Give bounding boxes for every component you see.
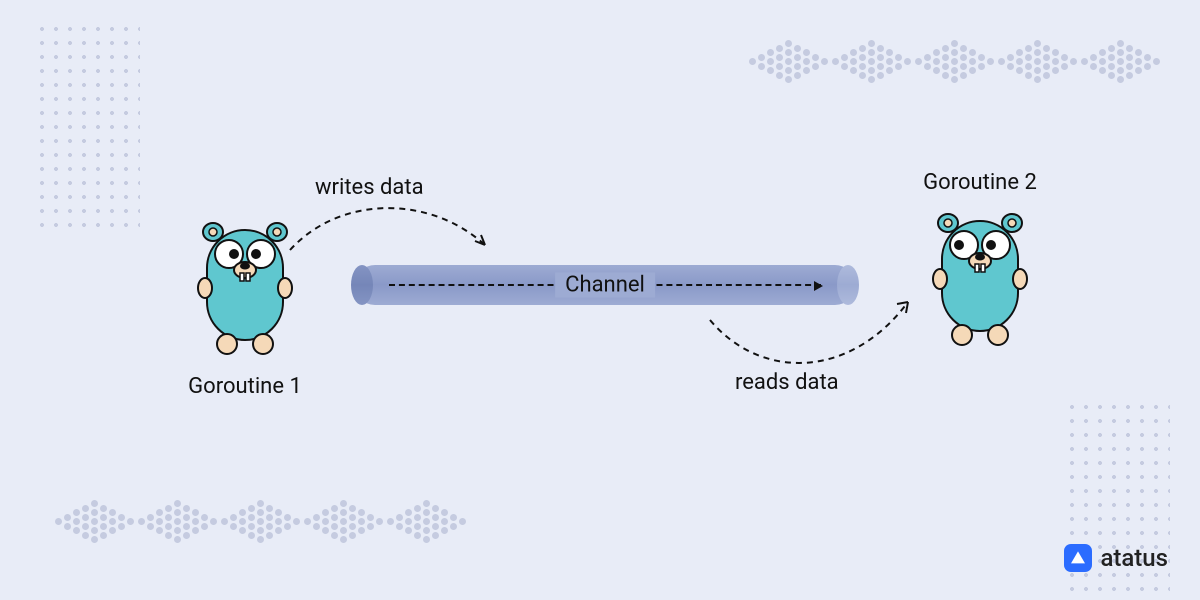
channel-pipe: Channel (355, 265, 855, 305)
goroutine-2-label: Goroutine 2 (910, 170, 1050, 195)
goroutine-1-label: Goroutine 1 (175, 374, 315, 399)
channel-label: Channel (555, 273, 655, 298)
decor-chevrons-bottom-left (55, 500, 466, 543)
gopher-icon (920, 201, 1040, 351)
decor-chevrons-top-right (749, 40, 1160, 83)
brand-logo-text: atatus (1100, 544, 1168, 572)
diagram-stage: Goroutine 1 Goroutine 2 writes d (0, 0, 1200, 600)
brand-logo: atatus (1064, 544, 1168, 572)
reads-label: reads data (735, 370, 839, 395)
goroutine-2: Goroutine 2 (910, 170, 1050, 355)
writes-arrow (280, 190, 500, 270)
atatus-logo-icon (1064, 544, 1092, 572)
decor-dotgrid-top-left (35, 22, 140, 237)
writes-label: writes data (315, 175, 424, 200)
